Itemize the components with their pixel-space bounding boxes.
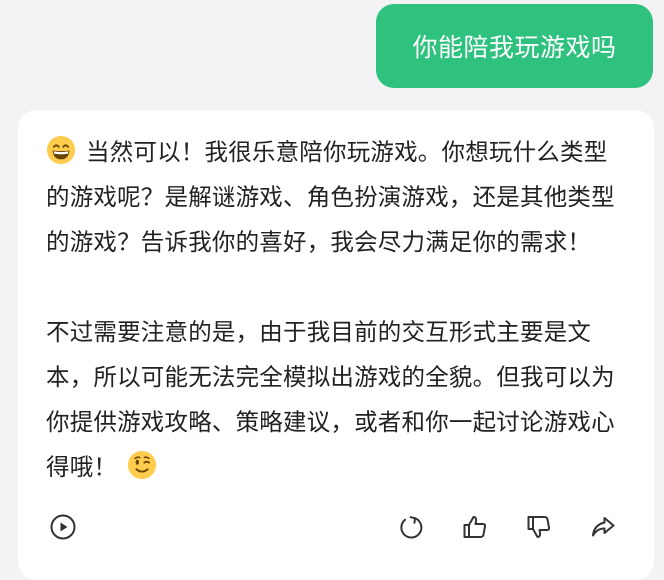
user-message-bubble: 你能陪我玩游戏吗 xyxy=(376,4,653,88)
assistant-paragraph-1-text: 当然可以！我很乐意陪你玩游戏。你想玩什么类型的游戏呢？是解谜游戏、角色扮演游戏，… xyxy=(46,138,615,256)
thumbs-up-icon xyxy=(463,516,487,538)
share-icon xyxy=(592,517,615,537)
play-icon xyxy=(50,514,76,540)
grinning-face-emoji-icon xyxy=(46,135,76,165)
regenerate-button[interactable] xyxy=(394,510,428,544)
assistant-paragraph-1: 当然可以！我很乐意陪你玩游戏。你想玩什么类型的游戏呢？是解谜游戏、角色扮演游戏，… xyxy=(46,130,626,265)
play-audio-button[interactable] xyxy=(46,510,80,544)
like-button[interactable] xyxy=(458,510,492,544)
share-button[interactable] xyxy=(586,510,620,544)
message-actions-bar xyxy=(18,510,654,546)
dislike-button[interactable] xyxy=(522,510,556,544)
assistant-paragraph-2: 不过需要注意的是，由于我目前的交互形式主要是文本，所以可能无法完全模拟出游戏的全… xyxy=(46,310,626,490)
thumbs-down-icon xyxy=(527,516,551,538)
refresh-icon xyxy=(400,516,423,539)
assistant-message-card: 当然可以！我很乐意陪你玩游戏。你想玩什么类型的游戏呢？是解谜游戏、角色扮演游戏，… xyxy=(18,110,654,580)
user-message-text: 你能陪我玩游戏吗 xyxy=(412,33,617,62)
winking-face-emoji-icon xyxy=(128,450,157,480)
